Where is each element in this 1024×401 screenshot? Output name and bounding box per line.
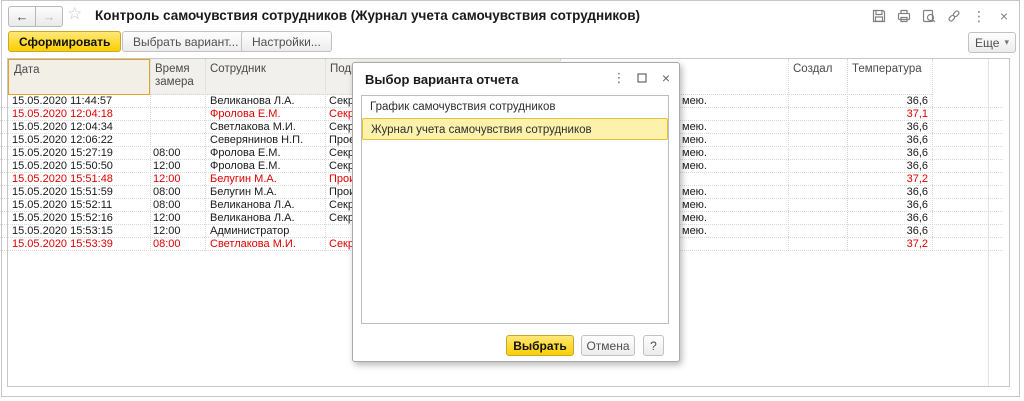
cell-employee[interactable]: Белугин М.А. <box>210 186 323 198</box>
cell-temperature[interactable]: 36,6 <box>847 121 928 133</box>
cell-date[interactable]: 15.05.2020 15:51:59 <box>12 186 148 198</box>
cell-time[interactable]: 12:00 <box>153 225 203 237</box>
cell-temperature[interactable]: 37,2 <box>847 238 928 250</box>
cell-employee[interactable]: Великанова Л.А. <box>210 199 323 211</box>
column-header-time[interactable]: Время замера <box>150 59 205 95</box>
close-icon[interactable]: × <box>996 8 1012 24</box>
variant-item-journal[interactable]: Журнал учета самочувствия сотрудников <box>362 118 668 140</box>
chevron-down-icon: ▾ <box>1004 37 1009 47</box>
cell-wellbeing-fragment[interactable]: мею. <box>682 147 785 159</box>
cell-date[interactable]: 15.05.2020 12:06:22 <box>12 134 148 146</box>
cell-employee[interactable]: Фролова Е.М. <box>210 108 323 120</box>
cell-time[interactable]: 08:00 <box>153 199 203 211</box>
help-button[interactable]: ? <box>643 335 664 356</box>
cell-wellbeing-fragment[interactable]: мею. <box>682 212 785 224</box>
cell-employee[interactable]: Великанова Л.А. <box>210 95 323 107</box>
cell-date[interactable]: 15.05.2020 15:51:48 <box>12 173 148 185</box>
cell-date[interactable]: 15.05.2020 12:04:34 <box>12 121 148 133</box>
cell-temperature[interactable]: 37,2 <box>847 173 928 185</box>
dialog-title: Выбор варианта отчета <box>365 72 519 87</box>
cell-employee[interactable]: Фролова Е.М. <box>210 160 323 172</box>
cell-temperature[interactable]: 36,6 <box>847 199 928 211</box>
more-button-label: Еще <box>975 35 1000 50</box>
cell-wellbeing-fragment[interactable]: мею. <box>682 160 785 172</box>
cell-time[interactable]: 12:00 <box>153 212 203 224</box>
cell-temperature[interactable]: 36,6 <box>847 225 928 237</box>
generate-button[interactable]: Сформировать <box>8 31 122 52</box>
cell-date[interactable]: 15.05.2020 15:53:15 <box>12 225 148 237</box>
dialog-close-icon[interactable]: × <box>658 70 674 86</box>
cell-date[interactable]: 15.05.2020 15:50:50 <box>12 160 148 172</box>
cell-employee[interactable]: Администратор <box>210 225 323 237</box>
column-header-employee[interactable]: Сотрудник <box>205 59 325 95</box>
select-button[interactable]: Выбрать <box>506 335 574 356</box>
page-title: Контроль самочувствия сотрудников (Журна… <box>95 8 641 23</box>
more-button[interactable]: Еще ▾ <box>968 32 1016 53</box>
dialog-maximize-icon[interactable] <box>634 70 650 86</box>
cell-date[interactable]: 15.05.2020 15:27:19 <box>12 147 148 159</box>
cell-time[interactable]: 08:00 <box>153 238 203 250</box>
preview-icon[interactable] <box>921 8 937 24</box>
variant-item-chart[interactable]: График самочувствия сотрудников <box>362 96 668 118</box>
cell-temperature[interactable]: 36,6 <box>847 134 928 146</box>
variant-list: График самочувствия сотрудников Журнал у… <box>361 95 669 324</box>
print-icon[interactable] <box>896 8 912 24</box>
cell-employee[interactable]: Великанова Л.А. <box>210 212 323 224</box>
dialog-more-menu-icon[interactable]: ⋮ <box>611 70 627 86</box>
report-variant-dialog: Выбор варианта отчета ⋮ × График самочув… <box>352 62 680 362</box>
cell-wellbeing-fragment[interactable]: мею. <box>682 199 785 211</box>
cell-wellbeing-fragment[interactable]: мею. <box>682 225 785 237</box>
cell-date[interactable]: 15.05.2020 11:44:57 <box>12 95 148 107</box>
select-variant-button[interactable]: Выбрать вариант... <box>122 31 250 52</box>
cell-employee[interactable]: Фролова Е.М. <box>210 147 323 159</box>
forward-arrow-icon: → <box>42 9 56 24</box>
cell-employee[interactable]: Белугин М.А. <box>210 173 323 185</box>
cell-temperature[interactable]: 36,6 <box>847 147 928 159</box>
cell-date[interactable]: 15.05.2020 15:52:11 <box>12 199 148 211</box>
back-arrow-icon: ← <box>15 9 29 24</box>
column-header-date[interactable]: Дата <box>8 59 150 95</box>
cell-wellbeing-fragment[interactable]: мею. <box>682 95 785 107</box>
link-icon[interactable] <box>946 8 962 24</box>
back-button[interactable]: ← <box>8 6 36 27</box>
cell-temperature[interactable]: 36,6 <box>847 95 928 107</box>
column-header-temperature[interactable]: Температура <box>847 59 932 95</box>
cancel-button[interactable]: Отмена <box>581 335 635 356</box>
cell-temperature[interactable]: 37,1 <box>847 108 928 120</box>
save-icon[interactable] <box>871 8 887 24</box>
settings-button[interactable]: Настройки... <box>241 31 332 52</box>
cell-wellbeing-fragment[interactable]: мею. <box>682 186 785 198</box>
cell-employee[interactable]: Светлакова М.И. <box>210 121 323 133</box>
cell-employee[interactable]: Северянинов Н.П. <box>210 134 323 146</box>
cell-time[interactable]: 08:00 <box>153 147 203 159</box>
cell-wellbeing-fragment[interactable]: мею. <box>682 134 785 146</box>
cell-employee[interactable]: Светлакова М.И. <box>210 238 323 250</box>
cell-time[interactable]: 12:00 <box>153 173 203 185</box>
app-window: ← → ☆ Контроль самочувствия сотрудников … <box>0 0 1024 401</box>
favorite-star-icon[interactable]: ☆ <box>67 4 82 24</box>
cell-date[interactable]: 15.05.2020 12:04:18 <box>12 108 148 120</box>
cell-wellbeing-fragment[interactable]: мею. <box>682 121 785 133</box>
cell-time[interactable]: 08:00 <box>153 186 203 198</box>
cell-temperature[interactable]: 36,6 <box>847 160 928 172</box>
nav-buttons: ← → <box>8 6 63 27</box>
more-menu-icon[interactable]: ⋮ <box>971 8 987 24</box>
cell-date[interactable]: 15.05.2020 15:52:16 <box>12 212 148 224</box>
cell-date[interactable]: 15.05.2020 15:53:39 <box>12 238 148 250</box>
column-header-created[interactable]: Создал <box>788 59 847 95</box>
forward-button[interactable]: → <box>36 6 63 27</box>
titlebar-icons: ⋮ × <box>871 8 1012 24</box>
cell-time[interactable]: 12:00 <box>153 160 203 172</box>
cell-temperature[interactable]: 36,6 <box>847 186 928 198</box>
cell-temperature[interactable]: 36,6 <box>847 212 928 224</box>
